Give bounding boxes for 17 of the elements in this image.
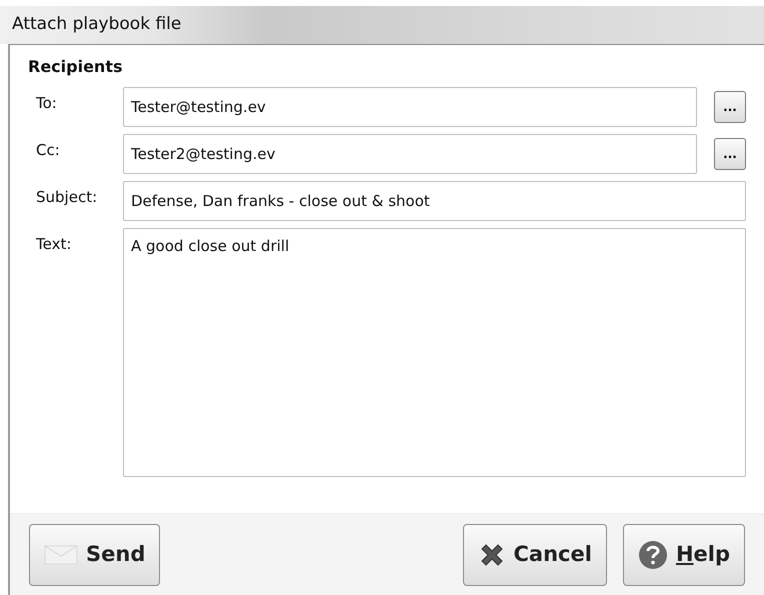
input-field[interactable]: Tester2@testing.ev: [123, 134, 697, 174]
input-field[interactable]: Tester@testing.ev: [123, 87, 697, 127]
cancel-button[interactable]: Cancel: [462, 524, 607, 586]
section-title: Recipients: [28, 56, 124, 78]
window-title: Attach playbook file: [0, 6, 764, 44]
browse-button[interactable]: ...: [714, 138, 746, 170]
field-label: To:: [35, 93, 58, 114]
browse-button[interactable]: ...: [714, 91, 746, 123]
send-button[interactable]: Send: [29, 524, 160, 586]
field-label: Subject:: [35, 187, 98, 208]
help-icon: [638, 540, 668, 570]
input-field[interactable]: Defense, Dan franks - close out & shoot: [123, 181, 746, 221]
field-label: Text:: [35, 234, 72, 255]
help-button[interactable]: Help: [622, 524, 745, 586]
field-label: Cc:: [35, 140, 61, 161]
message-text-area[interactable]: A good close out drill: [123, 228, 746, 477]
envelope-icon: [44, 544, 78, 566]
